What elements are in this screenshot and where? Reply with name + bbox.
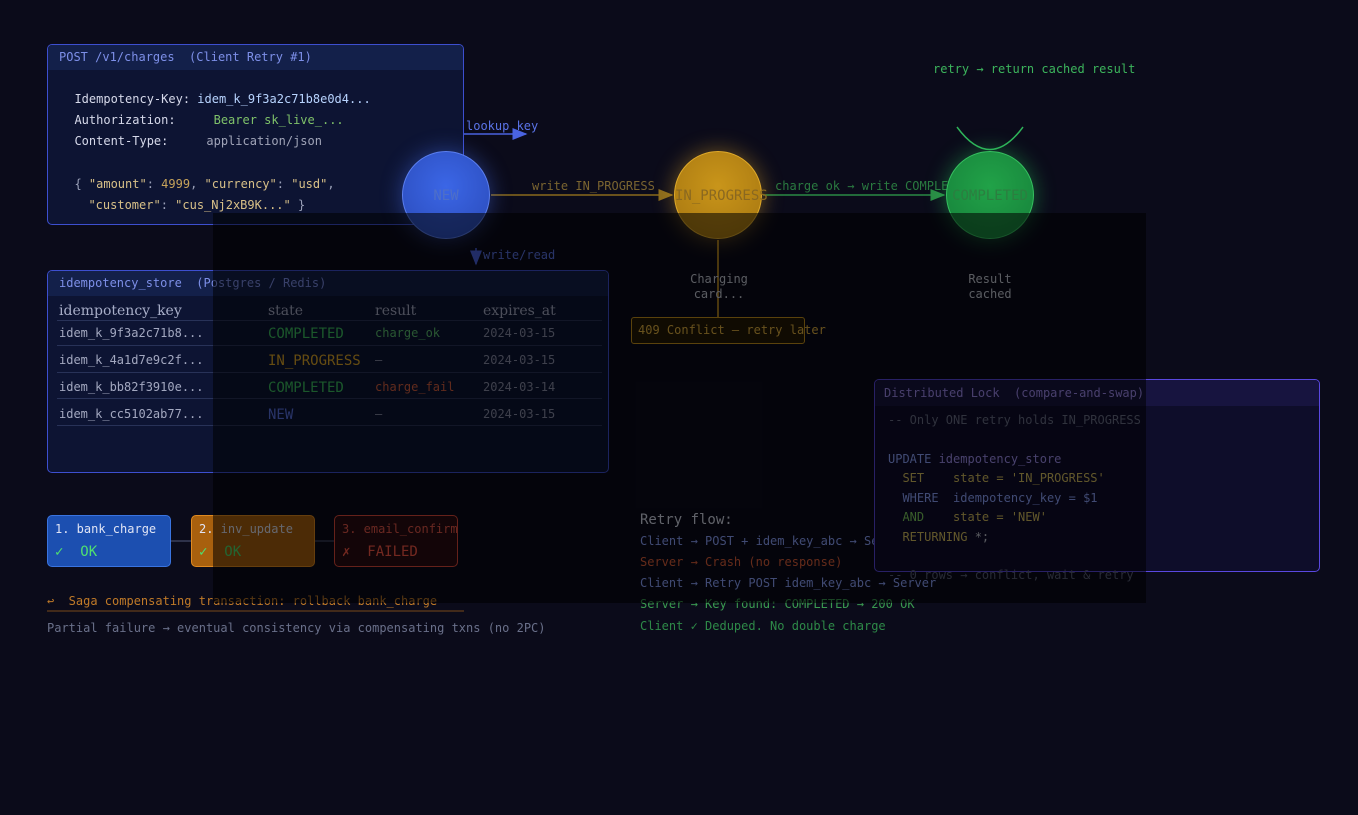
cell-result: charge_ok	[375, 326, 441, 340]
cell-key: idem_k_bb82f3910e...	[59, 380, 204, 394]
cell-result: —	[375, 407, 383, 421]
retry-flow-line: Server → Crash (no response)	[640, 555, 842, 569]
retry-actor: Server	[640, 597, 684, 611]
table-divider	[57, 398, 602, 399]
saga-step-status: ✗ FAILED	[342, 544, 418, 560]
saga-step-status: ✓ OK	[55, 544, 98, 560]
sql-keyword: SET	[888, 471, 925, 485]
state-node-completed: COMPLETED	[946, 151, 1034, 239]
col-header-result: result	[375, 303, 417, 319]
cell-result: charge_fail	[375, 380, 455, 394]
saga-step-inv-update: 2. inv_update ✓ OK	[191, 515, 315, 567]
sql-text: idempotency_store	[931, 452, 1062, 466]
cell-state: NEW	[268, 407, 294, 423]
lock-footer: -- 0 rows → conflict, wait & retry	[888, 568, 1134, 582]
table-divider	[57, 345, 602, 346]
lookup-key-label: lookup key	[466, 119, 539, 133]
retry-flow-line: Client → POST + idem_key_abc → Server	[640, 534, 907, 548]
write-read-label: write/read	[483, 248, 556, 262]
sql-keyword: AND	[888, 510, 925, 524]
conflict-text: 409 Conflict — retry later	[638, 323, 826, 337]
sql-line: AND state = 'NEW'	[888, 510, 1047, 524]
cell-expires: 2024-03-15	[483, 326, 556, 340]
write-in-progress-label: write IN_PROGRESS	[532, 179, 655, 193]
col-header-state: state	[268, 303, 304, 319]
sql-text: idempotency_key = $1	[938, 491, 1098, 505]
col-header-key: idempotency_key	[59, 303, 182, 319]
charge-ok-label: charge ok → write COMPLETED	[775, 179, 971, 193]
saga-step-status: ✓ OK	[199, 544, 242, 560]
cell-state: IN_PROGRESS	[268, 353, 361, 369]
saga-step-title: 1. bank_charge	[55, 522, 157, 536]
sql-line: SET state = 'IN_PROGRESS'	[888, 471, 1105, 485]
cell-result: —	[375, 353, 383, 367]
cell-key: idem_k_cc5102ab77...	[59, 407, 204, 421]
lock-comment: -- Only ONE retry holds IN_PROGRESS	[888, 413, 1141, 427]
cell-expires: 2024-03-14	[483, 380, 556, 394]
conflict-badge: 409 Conflict — retry later	[631, 317, 826, 344]
sql-line: RETURNING *;	[888, 530, 989, 544]
retry-flow-title: Retry flow:	[640, 512, 733, 528]
cell-expires: 2024-03-15	[483, 353, 556, 367]
charging-card-label: Charging card...	[690, 272, 748, 301]
state-node-in-progress: IN_PROGRESS	[674, 151, 768, 239]
saga-step-bank-charge: 1. bank_charge ✓ OK	[47, 515, 171, 567]
saga-note: Partial failure → eventual consistency v…	[47, 621, 546, 635]
sql-keyword: WHERE	[888, 491, 939, 505]
col-header-expires: expires_at	[483, 303, 556, 319]
retry-loop-arc	[956, 126, 1024, 151]
table-divider	[57, 372, 602, 373]
table-divider	[57, 425, 602, 426]
retry-step: ✓ Deduped. No double charge	[683, 619, 886, 633]
cell-expires: 2024-03-15	[483, 407, 556, 421]
retry-flow-line: Server → Key found: COMPLETED → 200 OK	[640, 597, 915, 611]
lock-title: Distributed Lock (compare-and-swap)	[875, 380, 1319, 406]
sql-text: state = 'IN_PROGRESS'	[924, 471, 1105, 485]
saga-step-title: 2. inv_update	[199, 522, 293, 536]
cell-key: idem_k_9f3a2c71b8...	[59, 326, 204, 340]
state-node-new: NEW	[402, 151, 490, 239]
retry-actor: Client	[640, 619, 684, 633]
retry-flow-line: Client ✓ Deduped. No double charge	[640, 619, 886, 633]
saga-step-email-confirm: 3. email_confirm ✗ FAILED	[334, 515, 458, 567]
saga-step-title: 3. email_confirm	[342, 522, 458, 536]
saga-compensate-text: ↩ Saga compensating transaction: rollbac…	[47, 594, 438, 608]
store-title: idempotency_store (Postgres / Redis)	[48, 271, 608, 296]
sql-line: UPDATE idempotency_store	[888, 452, 1061, 466]
sql-text: *;	[967, 530, 990, 544]
cell-state: COMPLETED	[268, 326, 344, 342]
retry-cached-label: retry → return cached result	[933, 62, 1136, 76]
sql-line: WHERE idempotency_key = $1	[888, 491, 1098, 505]
retry-actor: Client	[640, 534, 684, 548]
retry-actor: Server	[640, 555, 684, 569]
sql-keyword: RETURNING	[888, 530, 968, 544]
result-cached-label: Result cached	[968, 272, 1012, 301]
retry-step: → Key found: COMPLETED → 200 OK	[683, 597, 915, 611]
cell-key: idem_k_4a1d7e9c2f...	[59, 353, 204, 367]
sql-keyword: UPDATE	[888, 452, 932, 466]
retry-actor: Client	[640, 576, 684, 590]
sql-text: state = 'NEW'	[924, 510, 1047, 524]
table-divider	[57, 320, 602, 321]
retry-step: → Crash (no response)	[683, 555, 843, 569]
cell-state: COMPLETED	[268, 380, 344, 396]
